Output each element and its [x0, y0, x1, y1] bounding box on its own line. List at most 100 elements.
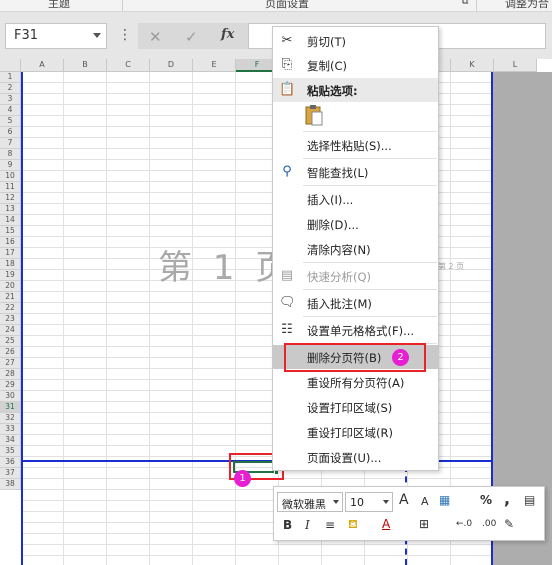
chevron-down-icon[interactable] [93, 33, 101, 38]
page-hint: 第 2 页 [438, 262, 465, 271]
ribbon-group-page-setup[interactable]: 页面设置 [265, 0, 309, 11]
fill-color-icon[interactable]: ⛾ [348, 517, 358, 533]
row-header[interactable]: 5 [0, 116, 21, 127]
decrease-decimal-button[interactable]: .00 [482, 519, 496, 529]
scissors-icon: ✂ [281, 33, 293, 48]
ribbon-group-theme[interactable]: 主题 [48, 0, 70, 11]
row-header[interactable]: 16 [0, 237, 21, 248]
row-header[interactable]: 10 [0, 171, 21, 182]
row-header[interactable]: 35 [0, 446, 21, 457]
cancel-icon[interactable]: ✕ [149, 28, 162, 46]
insert-comment-icon: 🗨 [279, 295, 296, 310]
name-box-value: F31 [14, 28, 39, 43]
shrink-font-button[interactable]: A [421, 495, 429, 508]
row-header[interactable]: 20 [0, 281, 21, 292]
row-header[interactable]: 22 [0, 303, 21, 314]
row-header[interactable]: 19 [0, 270, 21, 281]
menu-item-set-print-area[interactable]: 设置打印区域(S) [273, 395, 438, 419]
row-header[interactable]: 23 [0, 314, 21, 325]
enter-icon[interactable]: ✓ [185, 28, 198, 46]
menu-item-format-cells[interactable]: ☷ 设置单元格格式(F)... [273, 318, 438, 342]
menu-item-insert-comment[interactable]: 🗨 插入批注(M) [273, 291, 438, 315]
row-header[interactable]: 37 [0, 468, 21, 479]
row-header[interactable]: 3 [0, 94, 21, 105]
column-header[interactable]: C [107, 59, 150, 72]
row-header[interactable]: 17 [0, 248, 21, 259]
menu-item-reset-all-page-breaks[interactable]: 重设所有分页符(A) [273, 370, 438, 394]
font-name-dropdown[interactable]: 微软雅黑 [277, 492, 343, 512]
menu-item-clear-contents[interactable]: 清除内容(N) [273, 237, 438, 261]
paste-clipboard-icon[interactable] [304, 104, 324, 126]
menu-item-delete[interactable]: 删除(D)... [273, 212, 438, 236]
context-menu: ✂ 剪切(T) ⎘ 复制(C) 📋 粘贴选项: 选择性粘贴(S)... ⚲ 智能… [272, 26, 439, 471]
menu-item-reset-print-area[interactable]: 重设打印区域(R) [273, 420, 438, 444]
name-box[interactable]: F31 [5, 23, 107, 49]
column-header[interactable]: K [451, 59, 494, 72]
row-header[interactable]: 9 [0, 160, 21, 171]
more-options-icon[interactable]: ⋮ [118, 28, 132, 42]
column-header[interactable]: A [21, 59, 64, 72]
menu-item-copy[interactable]: ⎘ 复制(C) [273, 53, 438, 77]
format-painter-icon[interactable]: ✎ [504, 517, 514, 531]
bold-button[interactable]: B [283, 518, 292, 532]
column-header[interactable]: E [193, 59, 236, 72]
align-center-icon[interactable]: ≡ [325, 518, 335, 532]
row-header[interactable]: 34 [0, 435, 21, 446]
row-header[interactable]: 11 [0, 182, 21, 193]
menu-item-insert[interactable]: 插入(I)... [273, 187, 438, 211]
comma-style-button[interactable]: , [504, 489, 510, 508]
dialog-launcher-icon[interactable]: ⧉ [462, 0, 468, 7]
insert-function-icon[interactable]: fx [221, 27, 234, 42]
font-size-dropdown[interactable]: 10 [345, 492, 393, 512]
column-header[interactable]: D [150, 59, 193, 72]
grow-font-button[interactable]: A [399, 492, 409, 508]
format-table-icon[interactable]: ▤ [524, 493, 535, 507]
row-header[interactable]: 29 [0, 380, 21, 391]
smart-lookup-icon: ⚲ [282, 164, 292, 179]
increase-decimal-button[interactable]: ←.0 [456, 519, 472, 529]
menu-item-quick-analysis: ▤ 快速分析(Q) [280, 268, 372, 284]
row-header[interactable]: 30 [0, 391, 21, 402]
step-badge-1: 1 [234, 470, 251, 487]
row-header[interactable]: 8 [0, 149, 21, 160]
menu-item-paste-options: 📋 粘贴选项: [273, 78, 438, 102]
menu-item-smart-lookup[interactable]: ⚲ 智能查找(L) [273, 160, 438, 184]
column-header[interactable]: L [494, 59, 537, 72]
row-header[interactable]: 36 [0, 457, 21, 468]
row-header[interactable]: 18 [0, 259, 21, 270]
row-header[interactable]: 2 [0, 83, 21, 94]
select-all-corner[interactable] [0, 59, 21, 72]
row-header[interactable]: 32 [0, 413, 21, 424]
step-badge-2: 2 [392, 349, 409, 366]
row-header[interactable]: 13 [0, 204, 21, 215]
row-header[interactable]: 38 [0, 479, 21, 490]
borders-icon[interactable]: ⊞ [419, 517, 429, 531]
row-header[interactable]: 21 [0, 292, 21, 303]
row-header[interactable]: 14 [0, 215, 21, 226]
menu-item-page-setup[interactable]: 页面设置(U)... [273, 445, 438, 469]
row-header[interactable]: 7 [0, 138, 21, 149]
menu-item-paste-special[interactable]: 选择性粘贴(S)... [273, 133, 438, 157]
font-color-button[interactable]: A [382, 517, 390, 531]
number-format-icon[interactable]: ▦ [439, 493, 450, 507]
ribbon-group-scale-to-fit[interactable]: 调整为合 [505, 0, 549, 11]
format-cells-icon: ☷ [281, 322, 293, 337]
row-header[interactable]: 24 [0, 325, 21, 336]
row-header[interactable]: 1 [0, 72, 21, 83]
row-header[interactable]: 31 [0, 402, 21, 413]
italic-button[interactable]: I [305, 518, 310, 532]
menu-item-cut[interactable]: ✂ 剪切(T) [273, 29, 438, 53]
row-header[interactable]: 4 [0, 105, 21, 116]
mini-toolbar: 微软雅黑 10 A A ▦ % , ▤ B I ≡ ⛾ A ⊞ ←.0 .00 … [273, 486, 545, 541]
percent-style-button[interactable]: % [480, 493, 492, 507]
page-break-left [21, 72, 23, 565]
row-header[interactable]: 27 [0, 358, 21, 369]
row-header[interactable]: 33 [0, 424, 21, 435]
row-header[interactable]: 26 [0, 347, 21, 358]
row-header[interactable]: 25 [0, 336, 21, 347]
row-header[interactable]: 15 [0, 226, 21, 237]
row-header[interactable]: 12 [0, 193, 21, 204]
row-header[interactable]: 28 [0, 369, 21, 380]
row-header[interactable]: 6 [0, 127, 21, 138]
column-header[interactable]: B [64, 59, 107, 72]
